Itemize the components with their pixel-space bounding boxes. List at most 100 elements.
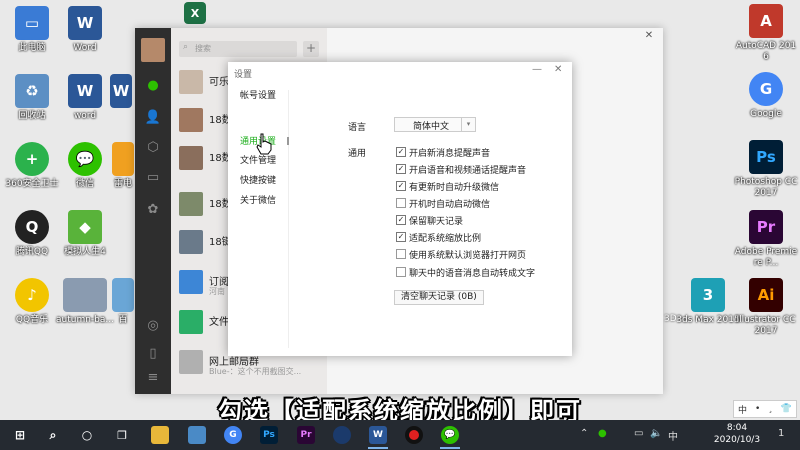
desktop-icon-file[interactable]: 百 [108, 278, 138, 326]
desktop-icon-excel[interactable]: X [180, 2, 210, 27]
start-icon[interactable]: ⊞ [11, 426, 29, 444]
chevron-down-icon: ▾ [461, 118, 475, 131]
cortana-icon[interactable]: ○ [78, 426, 96, 444]
autocad-icon: A [749, 4, 783, 38]
clear-history-button[interactable]: 清空聊天记录 (0B) [394, 290, 484, 305]
checkbox-unchecked[interactable] [396, 267, 406, 277]
excel-icon: X [184, 2, 206, 24]
ime-tray[interactable]: 中 [668, 428, 678, 443]
desktop-icon-autocad[interactable]: A AutoCAD 2016 [734, 4, 798, 63]
close-button[interactable]: ✕ [554, 64, 562, 75]
active-indicator [368, 447, 388, 449]
user-avatar[interactable] [141, 38, 165, 62]
clock[interactable]: 8:04 2020/10/3 [712, 422, 762, 446]
sims-icon: ◆ [68, 210, 102, 244]
desktop-partial-label: 3D [664, 314, 677, 324]
nav-shortcuts[interactable]: 快捷按键 [240, 173, 276, 186]
search-icon[interactable]: ⌕ [44, 426, 62, 444]
desktop-icon-chrome[interactable]: G Google [734, 72, 798, 120]
checkbox-checked[interactable]: ✓ [396, 147, 406, 157]
language-value: 简体中文 [413, 122, 450, 132]
file-explorer-icon[interactable] [151, 426, 169, 444]
close-icon[interactable]: ✕ [641, 30, 657, 41]
mini-program-icon[interactable]: ✿ [144, 200, 162, 218]
desktop-icon-emulator[interactable]: 雷电 [108, 142, 138, 190]
premiere-icon[interactable]: Pr [297, 426, 315, 444]
settings-title: 设置 [234, 70, 253, 80]
qq-music-icon: ♪ [15, 278, 49, 312]
word-icon[interactable]: W [369, 426, 387, 444]
3dsmax-icon: 3 [691, 278, 725, 312]
wechat-icon[interactable]: 💬 [441, 426, 459, 444]
search-placeholder: 搜索 [195, 44, 211, 53]
chat-avatar [179, 230, 203, 254]
language-select[interactable]: 简体中文 ▾ [394, 117, 476, 132]
contacts-icon[interactable]: 👤 [144, 108, 162, 126]
favorites-icon[interactable]: ⬡ [144, 138, 162, 156]
active-indicator [440, 447, 460, 449]
cinema4d-icon[interactable] [333, 426, 351, 444]
photoshop-icon[interactable]: Ps [260, 426, 278, 444]
chat-icon[interactable]: ● [144, 76, 162, 94]
chat-avatar [179, 108, 203, 132]
desktop-icon-illustrator[interactable]: Ai Illustrator CC 2017 [734, 278, 798, 337]
moments-icon[interactable]: ◎ [144, 316, 162, 334]
chat-preview: 河南 [209, 287, 225, 296]
chat-name: 可乐 [209, 77, 229, 88]
nav-divider [288, 90, 289, 348]
wechat-sidebar-rail: ● 👤 ⬡ ▭ ✿ ◎ ▯ ≡ [135, 28, 171, 394]
qq-icon: Q [15, 210, 49, 244]
emulator-icon [112, 142, 134, 176]
file-icon [112, 278, 134, 312]
checkbox-checked[interactable]: ✓ [396, 215, 406, 225]
chat-avatar [179, 192, 203, 216]
clock-time: 8:04 [726, 423, 748, 433]
phone-icon[interactable]: ▯ [144, 344, 162, 362]
search-icon: ⌕ [183, 42, 189, 52]
record-icon[interactable] [405, 426, 423, 444]
volume-icon[interactable]: 🔈 [650, 428, 662, 439]
desktop-icon-photoshop[interactable]: Ps Photoshop CC 2017 [734, 140, 798, 199]
chrome-icon[interactable]: G [224, 426, 242, 444]
chrome-icon: G [749, 72, 783, 106]
computer-icon: ▭ [15, 6, 49, 40]
add-chat-button[interactable]: + [303, 41, 319, 57]
premiere-icon: Pr [749, 210, 783, 244]
minimize-button[interactable]: — [532, 64, 542, 75]
settings-dialog: 设置 — ✕ 帐号设置 通用设置 文件管理 快捷按键 关于微信 语言 简体中文 … [228, 62, 572, 356]
checkbox-checked[interactable]: ✓ [396, 232, 406, 242]
ime-mode[interactable]: 中 [738, 403, 747, 416]
menu-icon[interactable]: ≡ [144, 368, 162, 386]
network-icon[interactable]: ▭ [634, 428, 643, 439]
ime-symbol[interactable]: ¸ [768, 404, 773, 414]
wechat-tray-icon[interactable]: ● [598, 428, 607, 439]
desktop-icon-premiere[interactable]: Pr Adobe Premiere P... [734, 210, 798, 269]
desktop-icon-word-partial[interactable]: W [106, 74, 136, 111]
nav-indicator [287, 137, 289, 145]
wechat-icon: 💬 [68, 142, 102, 176]
illustrator-icon: Ai [749, 278, 783, 312]
nav-account-settings[interactable]: 帐号设置 [240, 88, 276, 101]
ime-toolbar[interactable]: 中 • ¸ 👕 [733, 400, 797, 418]
checkbox-checked[interactable]: ✓ [396, 164, 406, 174]
search-input[interactable]: ⌕ 搜索 [179, 41, 297, 57]
folder-icon[interactable]: ▭ [144, 168, 162, 186]
taskbar: ⊞ ⌕ ○ ❐ G Ps Pr W 💬 ⌃ ● ▭ 🔈 中 8:04 2020/… [0, 420, 800, 450]
desktop-icon-word[interactable]: W Word [53, 6, 117, 54]
image-file-icon [63, 278, 107, 312]
desktop-icon-3dsmax[interactable]: 3 3ds Max 2015 [676, 278, 740, 326]
photoshop-icon: Ps [749, 140, 783, 174]
nav-about[interactable]: 关于微信 [240, 193, 276, 206]
desktop-icon-sims4[interactable]: ◆ 模拟人生4 [53, 210, 117, 258]
ime-punct[interactable]: • [755, 404, 760, 414]
remote-desktop-icon[interactable] [188, 426, 206, 444]
checkbox-unchecked[interactable] [396, 198, 406, 208]
checkbox-unchecked[interactable] [396, 249, 406, 259]
notification-count[interactable]: 1 [778, 428, 784, 439]
settings-nav: 帐号设置 通用设置 文件管理 快捷按键 关于微信 [228, 82, 288, 356]
ime-skin-icon[interactable]: 👕 [781, 404, 792, 414]
task-view-icon[interactable]: ❐ [113, 426, 131, 444]
checkbox-checked[interactable]: ✓ [396, 181, 406, 191]
chevron-up-icon[interactable]: ⌃ [580, 428, 588, 439]
chat-name: 文件 [209, 317, 229, 328]
